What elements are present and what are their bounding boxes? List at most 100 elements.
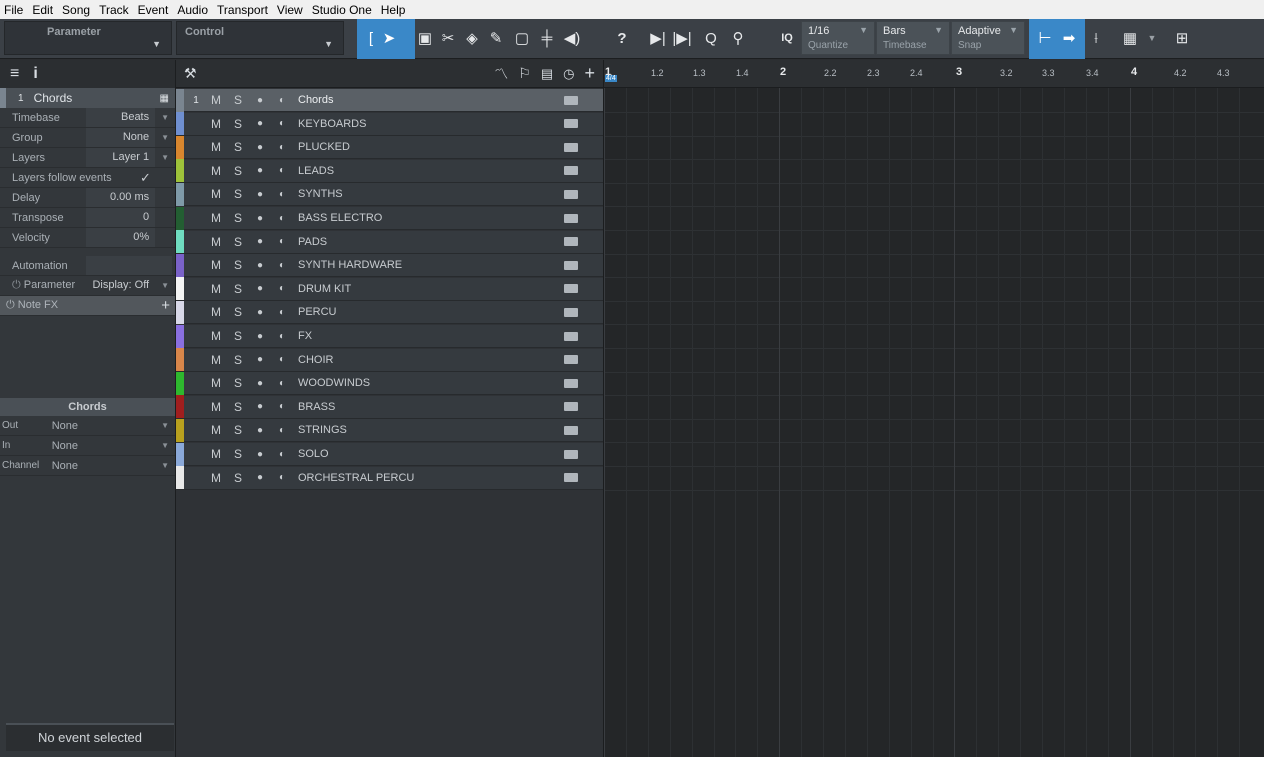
mute-button[interactable]: M [206, 303, 226, 321]
track-color[interactable] [176, 442, 184, 466]
track-color[interactable] [176, 135, 184, 159]
menu-item-view[interactable]: View [277, 3, 303, 17]
inspector-row-value[interactable]: Layer 1 [85, 148, 156, 167]
record-button[interactable]: ● [250, 185, 270, 203]
record-button[interactable]: ● [250, 374, 270, 392]
mute-button[interactable]: M [206, 115, 226, 133]
mute-button[interactable]: M [206, 185, 226, 203]
split-cursor-icon[interactable]: ⟊ [1086, 28, 1106, 48]
inspector-row[interactable]: Velocity 0% [0, 228, 175, 248]
io-value[interactable]: None [52, 460, 155, 472]
inspector-row-value[interactable]: 0.00 ms [85, 188, 156, 207]
monitor-button[interactable]: ◐ [272, 115, 292, 133]
track-color[interactable] [176, 230, 184, 254]
mute-button[interactable]: M [206, 445, 226, 463]
record-button[interactable]: ● [250, 233, 270, 251]
menu-item-studio-one[interactable]: Studio One [312, 3, 372, 17]
monitor-button[interactable]: ◐ [272, 209, 292, 227]
track-row[interactable]: M S ● ◐ SOLO [176, 442, 603, 466]
solo-button[interactable]: S [228, 185, 248, 203]
transient-icon[interactable]: |▶| [672, 28, 692, 48]
track-color[interactable] [176, 277, 184, 301]
record-button[interactable]: ● [250, 469, 270, 487]
solo-button[interactable]: S [228, 374, 248, 392]
arranger-icon[interactable]: ▤ [541, 66, 553, 82]
audio-bend-icon[interactable]: ▶| [648, 28, 668, 48]
monitor-button[interactable]: ◐ [272, 445, 292, 463]
parameter-display-value[interactable]: Display: Off [86, 276, 156, 295]
record-button[interactable]: ● [250, 115, 270, 133]
track-row[interactable]: M S ● ◐ STRINGS [176, 418, 603, 443]
inspector-row-value[interactable]: 0 [85, 208, 156, 227]
monitor-button[interactable]: ◐ [272, 327, 292, 345]
solo-button[interactable]: S [228, 421, 248, 439]
snap-selector[interactable]: Adaptive Snap ▼ [951, 21, 1025, 55]
solo-button[interactable]: S [228, 445, 248, 463]
track-row[interactable]: M S ● ◐ PERCU [176, 300, 603, 325]
track-name[interactable]: PADS [294, 236, 564, 248]
record-button[interactable]: ● [250, 209, 270, 227]
inspector-row-value[interactable]: Beats [85, 108, 156, 127]
mute-button[interactable]: M [206, 233, 226, 251]
record-button[interactable]: ● [250, 138, 270, 156]
menu-item-song[interactable]: Song [62, 3, 90, 17]
solo-button[interactable]: S [228, 280, 248, 298]
track-row[interactable]: M S ● ◐ SYNTH HARDWARE [176, 253, 603, 278]
arrow-tool-icon[interactable]: ➤ [379, 28, 399, 48]
track-row[interactable]: M S ● ◐ WOODWINDS [176, 371, 603, 396]
track-row[interactable]: M S ● ◐ LEADS [176, 159, 603, 183]
track-name[interactable]: BRASS [294, 401, 564, 413]
list-icon[interactable]: ≡ [10, 65, 19, 83]
parameter-row[interactable]: ⏻ Parameter Display: Off ▼ [0, 276, 175, 296]
menu-item-track[interactable]: Track [99, 3, 129, 17]
monitor-button[interactable]: ◐ [272, 91, 292, 109]
track-row[interactable]: M S ● ◐ BASS ELECTRO [176, 206, 603, 230]
metronome-icon[interactable]: ⚲ [728, 28, 748, 48]
io-row[interactable]: Channel None ▼ [0, 456, 175, 476]
solo-button[interactable]: S [228, 256, 248, 274]
snap-options-group[interactable]: ⊢ ➡ [1029, 19, 1085, 59]
snap-forward-icon[interactable]: ➡ [1059, 28, 1079, 48]
mute-button[interactable]: M [206, 280, 226, 298]
record-button[interactable]: ● [250, 327, 270, 345]
track-color[interactable] [176, 253, 184, 277]
monitor-button[interactable]: ◐ [272, 185, 292, 203]
track-name[interactable]: PLUCKED [294, 141, 564, 153]
solo-button[interactable]: S [228, 469, 248, 487]
inspector-row-value[interactable]: 0% [85, 228, 156, 247]
note-fx-row[interactable]: ⏻ Note FX + [0, 296, 175, 316]
track-color[interactable] [176, 324, 184, 348]
help-icon[interactable]: ? [612, 28, 632, 48]
monitor-button[interactable]: ◐ [272, 256, 292, 274]
track-row[interactable]: M S ● ◐ DRUM KIT [176, 277, 603, 301]
eraser-tool-icon[interactable]: ◈ [462, 28, 482, 48]
track-row[interactable]: M S ● ◐ PLUCKED [176, 135, 603, 160]
inspector-row[interactable]: Group None ▼ [0, 128, 175, 148]
track-row[interactable]: M S ● ◐ KEYBOARDS [176, 112, 603, 136]
solo-button[interactable]: S [228, 233, 248, 251]
timebase-selector[interactable]: Bars Timebase ▼ [876, 21, 950, 55]
track-name[interactable]: LEADS [294, 165, 564, 177]
track-row[interactable]: M S ● ◐ SYNTHS [176, 182, 603, 207]
ruler[interactable]: 4/4 1 1.2 1.3 1.4 2 2.2 2.3 2.4 3 3.2 3.3 3.4 4 4.2 4.… [604, 60, 1264, 88]
clock-icon[interactable]: ◷ [563, 66, 574, 82]
solo-button[interactable]: S [228, 303, 248, 321]
mute-button[interactable]: M [206, 351, 226, 369]
track-options-icon[interactable]: ▦ [1120, 28, 1140, 48]
track-name[interactable]: SYNTH HARDWARE [294, 259, 564, 271]
mute-button[interactable]: M [206, 162, 226, 180]
iq-label[interactable]: IQ [777, 28, 797, 48]
track-color[interactable] [176, 88, 184, 112]
menu-item-audio[interactable]: Audio [177, 3, 208, 17]
record-button[interactable]: ● [250, 398, 270, 416]
monitor-button[interactable]: ◐ [272, 374, 292, 392]
arrow-tool-group[interactable]: [ ➤ [357, 19, 415, 59]
listen-tool-icon[interactable]: ◀) [562, 28, 582, 48]
record-button[interactable]: ● [250, 280, 270, 298]
track-color[interactable] [176, 112, 184, 136]
mute-button[interactable]: M [206, 469, 226, 487]
mute-button[interactable]: M [206, 138, 226, 156]
inspector-row[interactable]: Transpose 0 [0, 208, 175, 228]
solo-button[interactable]: S [228, 115, 248, 133]
solo-button[interactable]: S [228, 398, 248, 416]
